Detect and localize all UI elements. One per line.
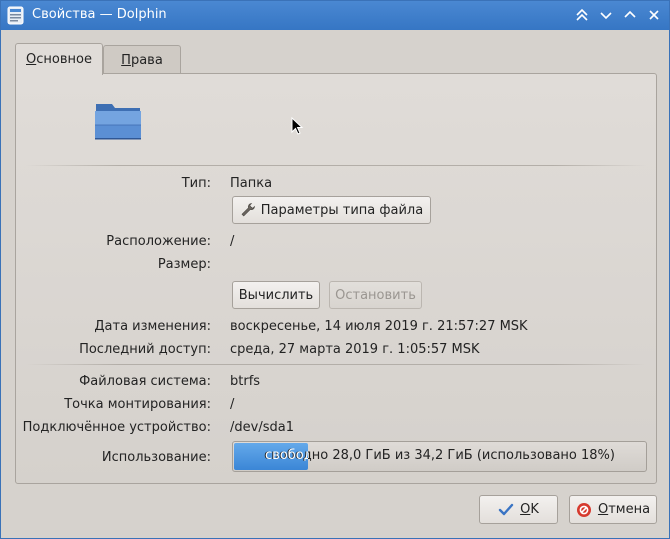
window-title: Свойства — Dolphin bbox=[32, 7, 167, 22]
accessed-value: среда, 27 марта 2019 г. 1:05:57 MSK bbox=[230, 342, 480, 357]
title-bar[interactable]: Свойства — Dolphin bbox=[1, 1, 669, 30]
device-label: Подключённое устройство: bbox=[22, 420, 211, 435]
location-value: / bbox=[230, 234, 235, 249]
close-button[interactable] bbox=[645, 6, 663, 24]
chevron-up-icon bbox=[624, 10, 636, 18]
dolphin-properties-icon bbox=[7, 6, 24, 25]
type-label: Тип: bbox=[181, 176, 211, 191]
separator bbox=[26, 165, 646, 166]
mount-point-label: Точка монтирования: bbox=[64, 397, 211, 412]
usage-label: Использование: bbox=[101, 450, 211, 465]
modified-label: Дата изменения: bbox=[94, 319, 211, 334]
type-value: Папка bbox=[230, 176, 273, 191]
maximize-button[interactable] bbox=[621, 6, 639, 24]
mouse-cursor-icon bbox=[291, 117, 304, 135]
folder-icon[interactable] bbox=[94, 100, 142, 140]
separator bbox=[26, 364, 646, 365]
ok-button[interactable]: OK bbox=[479, 495, 558, 524]
chevron-double-up-icon bbox=[576, 8, 588, 21]
calculate-button[interactable]: Вычислить bbox=[232, 281, 320, 309]
disk-usage-bar: свободно 28,0 ГиБ из 34,2 ГиБ (использов… bbox=[232, 441, 647, 472]
wrench-icon bbox=[241, 203, 255, 217]
keep-above-button[interactable] bbox=[573, 6, 591, 24]
chevron-down-icon bbox=[600, 12, 612, 20]
filesystem-label: Файловая система: bbox=[79, 374, 211, 389]
stop-button[interactable]: Остановить bbox=[329, 281, 422, 309]
tab-permissions[interactable]: Права bbox=[103, 45, 181, 74]
minimize-button[interactable] bbox=[597, 6, 615, 24]
cancel-button[interactable]: Отмена bbox=[569, 495, 657, 524]
mount-point-value: / bbox=[230, 397, 235, 412]
checkmark-icon bbox=[498, 503, 514, 515]
disk-usage-text-highlight: свободно 28,0 ГиБ из 34,2 ГиБ (использов… bbox=[265, 448, 308, 463]
size-label: Размер: bbox=[157, 257, 211, 272]
tab-general[interactable]: Основное bbox=[15, 43, 103, 75]
general-panel: Тип: Папка Параметры типа файла Располож… bbox=[15, 73, 657, 484]
device-value: /dev/sda1 bbox=[230, 420, 294, 435]
disk-usage-text-overlay: свободно 28,0 ГиБ из 34,2 ГиБ (использов… bbox=[233, 442, 308, 471]
cancel-icon bbox=[576, 502, 591, 517]
location-label: Расположение: bbox=[106, 234, 211, 249]
properties-dialog: Свойства — Dolphin Основное Права Тип: П… bbox=[0, 0, 670, 539]
filesystem-value: btrfs bbox=[230, 374, 261, 389]
close-icon bbox=[649, 10, 659, 20]
file-type-options-button[interactable]: Параметры типа файла bbox=[232, 196, 431, 224]
modified-value: воскресенье, 14 июля 2019 г. 21:57:27 MS… bbox=[230, 319, 528, 334]
accessed-label: Последний доступ: bbox=[79, 342, 211, 357]
